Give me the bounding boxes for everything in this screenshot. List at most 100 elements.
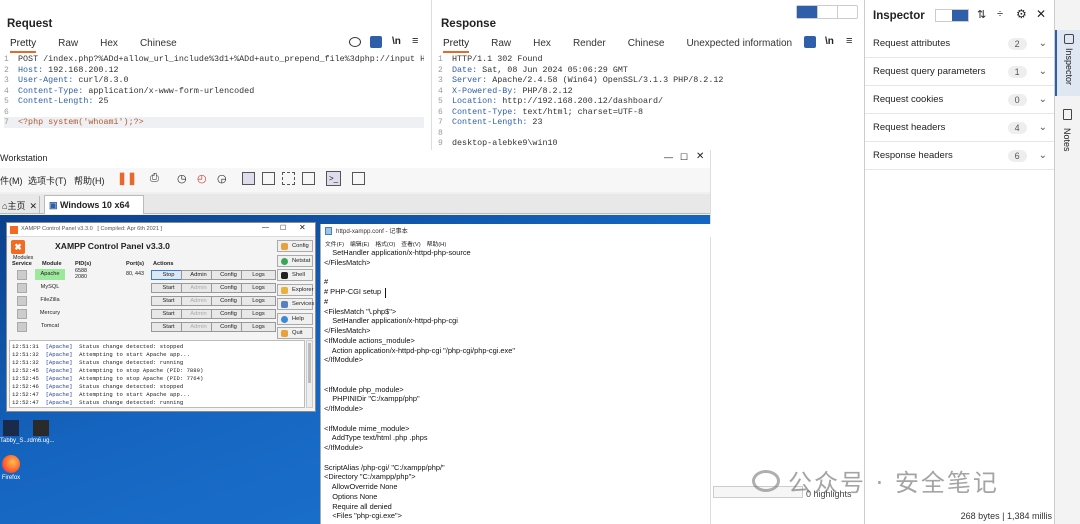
console-icon[interactable]: >_ (326, 171, 341, 186)
close-button[interactable]: ✕ (299, 223, 306, 232)
side-tab-notes[interactable]: Notes (1055, 104, 1080, 164)
tab-raw[interactable]: Raw (58, 38, 78, 49)
layout-tabs-icon[interactable] (837, 6, 857, 18)
help-button[interactable]: Help (277, 312, 313, 325)
tab-pretty[interactable]: Pretty (10, 38, 37, 53)
tab-chinese[interactable]: Chinese (140, 38, 177, 49)
log-line: 12:52:46 [Apache] Status change detected… (12, 383, 184, 390)
response-pane: Response Pretty Raw Hex Render Chinese Unexpe… (433, 0, 863, 150)
thumbnail-view-icon[interactable] (262, 172, 275, 185)
stretch-icon[interactable] (352, 172, 365, 185)
sort-icon[interactable]: ⇅ (977, 8, 986, 21)
side-tab-inspector[interactable]: Inspector (1055, 30, 1080, 96)
desktop-icon[interactable]: Tabby_S... (0, 420, 28, 444)
list-view-icon[interactable] (936, 10, 952, 21)
maximize-button[interactable]: ☐ (280, 224, 286, 232)
service-checkbox[interactable] (17, 270, 27, 280)
menu-icon[interactable]: ≡ (412, 35, 418, 47)
chevron-down-icon: ⌄ (1038, 38, 1047, 49)
config-side-button[interactable]: Config (277, 240, 313, 252)
inspector-row-request-headers[interactable]: Request headers 4 ⌄ (865, 114, 1055, 142)
service-checkbox[interactable] (17, 296, 27, 306)
grid-view-icon[interactable] (952, 10, 968, 21)
tab-windows10[interactable]: ▣ Windows 10 x64 (44, 195, 144, 214)
wrap-toggle-icon[interactable] (804, 36, 816, 48)
minimize-button[interactable]: — (262, 224, 269, 231)
tab-raw[interactable]: Raw (491, 38, 511, 49)
revert-snapshot-icon[interactable]: ◴ (197, 172, 207, 185)
tab-hex[interactable]: Hex (100, 38, 118, 49)
send-ctrl-alt-del-icon[interactable]: ⎙ (150, 172, 159, 185)
split-icon[interactable]: ÷ (997, 8, 1003, 20)
service-checkbox[interactable] (17, 283, 27, 293)
inspector-panel: Inspector ⇅ ÷ ⚙ ✕ Request attributes 2 ⌄ R… (864, 0, 1055, 524)
logs-button[interactable]: Logs (241, 270, 276, 280)
quit-button[interactable]: Quit (277, 327, 313, 339)
pause-icon[interactable]: ❚❚ (117, 171, 137, 185)
wrap-toggle-icon[interactable] (370, 36, 382, 48)
response-editor[interactable]: 1 HTTP/1.1 302 Found 2 Date: Sat, 08 Jun 2… (438, 54, 858, 149)
menu-help[interactable]: 帮助(H) (74, 174, 105, 187)
status-bar-text: 268 bytes | 1,384 millis (960, 511, 1052, 521)
code-line: 5 Content-Length: 25 (4, 96, 109, 106)
logs-button[interactable]: Logs (241, 322, 276, 332)
layout-side-by-side-icon[interactable] (797, 6, 817, 18)
logs-button[interactable]: Logs (241, 296, 276, 306)
desktop-icon[interactable]: rdm6.ug... (26, 420, 56, 444)
wrench-icon (281, 243, 288, 250)
shell-button[interactable]: Shell (277, 269, 313, 281)
newline-icon[interactable]: \n (825, 36, 834, 47)
newline-icon[interactable]: \n (392, 36, 401, 47)
log-scrollbar[interactable] (306, 340, 313, 408)
menu-file[interactable]: 件(M) (0, 174, 23, 187)
close-button[interactable]: ✕ (696, 151, 704, 162)
sidebar-view-icon[interactable] (242, 172, 255, 185)
desktop-icon-firefox[interactable]: Firefox (0, 455, 22, 481)
vmware-title: Workstation (0, 153, 48, 163)
log-line: 12:52:45 [Apache] Attempting to stop Apa… (12, 367, 204, 374)
tab-home[interactable]: ⌂主页 ✕ (0, 196, 40, 213)
inspector-row-request-cookies[interactable]: Request cookies 0 ⌄ (865, 86, 1055, 114)
inspector-row-request-attributes[interactable]: Request attributes 2 ⌄ (865, 30, 1055, 58)
manage-snapshot-icon[interactable]: ◶ (217, 172, 227, 185)
notepad-icon (325, 227, 332, 235)
service-checkbox[interactable] (17, 322, 27, 332)
tab-render[interactable]: Render (573, 38, 606, 49)
close-icon[interactable]: ✕ (1036, 7, 1046, 21)
request-editor[interactable]: 1 POST /index.php?%ADd+allow_url_include%… (4, 54, 424, 128)
notepad-text-area[interactable]: SetHandler application/x-httpd-php-sourc… (324, 248, 709, 524)
wechat-icon (752, 469, 780, 492)
explorer-button[interactable]: Explorer (277, 283, 314, 296)
tab-pretty[interactable]: Pretty (443, 38, 470, 53)
inspector-rows: Request attributes 2 ⌄ Request query param… (865, 30, 1055, 170)
gear-icon[interactable]: ⚙ (1016, 7, 1027, 21)
tab-chinese[interactable]: Chinese (628, 38, 665, 49)
tab-unexpected-information[interactable]: Unexpected information (686, 38, 792, 49)
inspector-row-response-headers[interactable]: Response headers 6 ⌄ (865, 142, 1055, 170)
xampp-log[interactable]: 12:51:31 [Apache] Status change detected… (9, 340, 305, 408)
eye-slash-icon[interactable] (349, 37, 361, 47)
code-line: 1 HTTP/1.1 302 Found (438, 54, 543, 64)
logs-button[interactable]: Logs (241, 309, 276, 319)
menu-tabs[interactable]: 选项卡(T) (28, 174, 67, 187)
logs-button[interactable]: Logs (241, 283, 276, 293)
layout-toggle[interactable] (796, 5, 858, 19)
count-badge: 2 (1007, 37, 1027, 50)
count-badge: 1 (1007, 65, 1027, 78)
netstat-button[interactable]: Netstat (277, 254, 313, 267)
service-checkbox[interactable] (17, 309, 27, 319)
snapshot-icon[interactable]: ◷ (177, 172, 187, 185)
menu-icon[interactable]: ≡ (846, 35, 852, 47)
tab-hex[interactable]: Hex (533, 38, 551, 49)
services-button[interactable]: Services (277, 298, 314, 310)
fullscreen-icon[interactable] (282, 172, 295, 185)
close-tab-icon[interactable]: ✕ (29, 201, 37, 211)
inspector-row-query-parameters[interactable]: Request query parameters 1 ⌄ (865, 58, 1055, 86)
notepad-window: httpd-xampp.conf - 记事本 文件(F) 编辑(E) 格式(O) 查看… (320, 224, 711, 524)
layout-stacked-icon[interactable] (817, 6, 837, 18)
inspector-view-toggle[interactable] (935, 9, 969, 22)
code-line: 4 X-Powered-By: PHP/8.2.12 (438, 85, 573, 96)
minimize-button[interactable]: — (664, 152, 673, 162)
unity-icon[interactable] (302, 172, 315, 185)
maximize-button[interactable]: ☐ (680, 152, 688, 163)
